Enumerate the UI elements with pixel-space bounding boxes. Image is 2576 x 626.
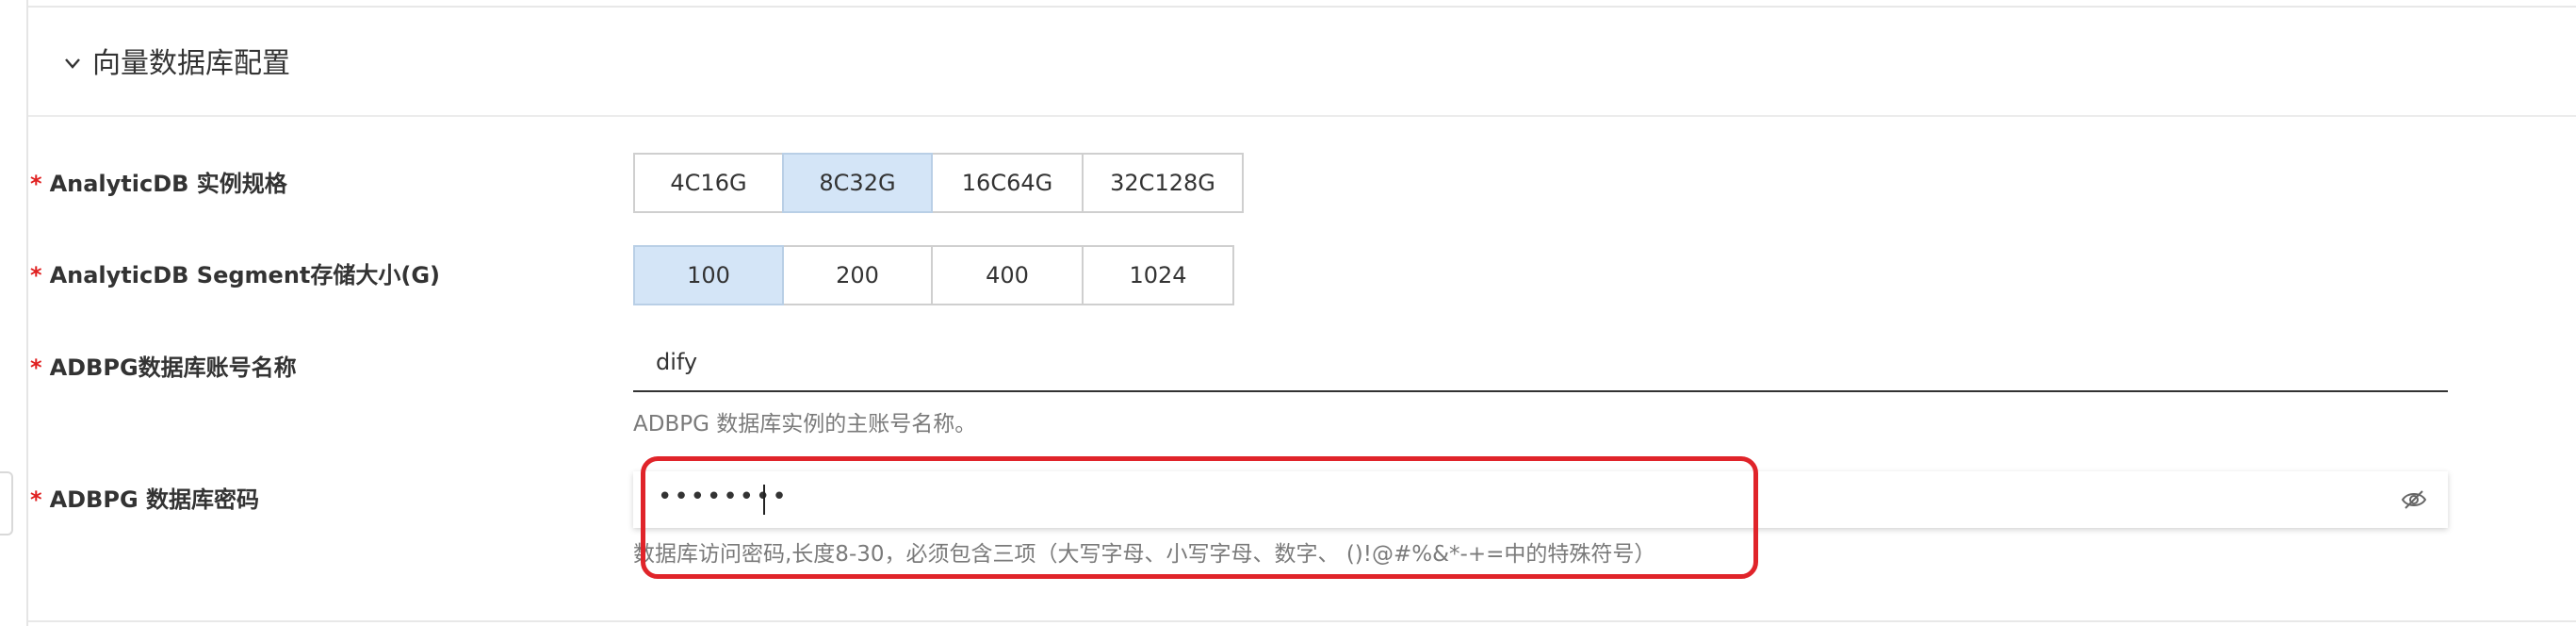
password-label-text: ADBPG 数据库密码 [49,486,259,513]
required-mark: * [30,486,42,513]
instance-spec-option-16c64g[interactable]: 16C64G [931,153,1084,213]
section-title: 向量数据库配置 [92,47,290,80]
account-name-value: dify [656,349,698,375]
chevron-down-icon[interactable] [62,53,83,74]
required-mark: * [30,354,42,381]
collapse-handle[interactable] [0,471,13,535]
account-name-label-text: ADBPG数据库账号名称 [49,354,297,381]
segment-storage-option-400[interactable]: 400 [931,245,1084,305]
required-mark: * [30,171,42,197]
segment-storage-option-200[interactable]: 200 [782,245,933,305]
instance-spec-option-32c128g[interactable]: 32C128G [1082,153,1244,213]
instance-spec-option-8c32g[interactable]: 8C32G [782,153,933,213]
instance-spec-selector: 4C16G 8C32G 16C64G 32C128G [633,153,1244,213]
annotation-highlight-box [641,456,1758,579]
segment-storage-selector: 100 200 400 1024 [633,245,1234,305]
password-label: * ADBPG 数据库密码 [30,485,259,515]
account-name-help: ADBPG 数据库实例的主账号名称。 [633,412,977,437]
account-name-input[interactable]: dify [633,339,2448,392]
segment-storage-option-1024[interactable]: 1024 [1082,245,1234,305]
instance-spec-label-text: AnalyticDB 实例规格 [49,171,287,197]
instance-spec-option-4c16g[interactable]: 4C16G [633,153,784,213]
required-mark: * [30,262,42,288]
eye-slash-icon[interactable] [2401,488,2427,511]
panel-header[interactable]: 向量数据库配置 [28,8,2576,117]
account-name-label: * ADBPG数据库账号名称 [30,353,297,383]
segment-storage-label-text: AnalyticDB Segment存储大小(G) [49,262,441,288]
instance-spec-label: * AnalyticDB 实例规格 [30,169,287,199]
segment-storage-label: * AnalyticDB Segment存储大小(G) [30,260,440,290]
segment-storage-option-100[interactable]: 100 [633,245,784,305]
